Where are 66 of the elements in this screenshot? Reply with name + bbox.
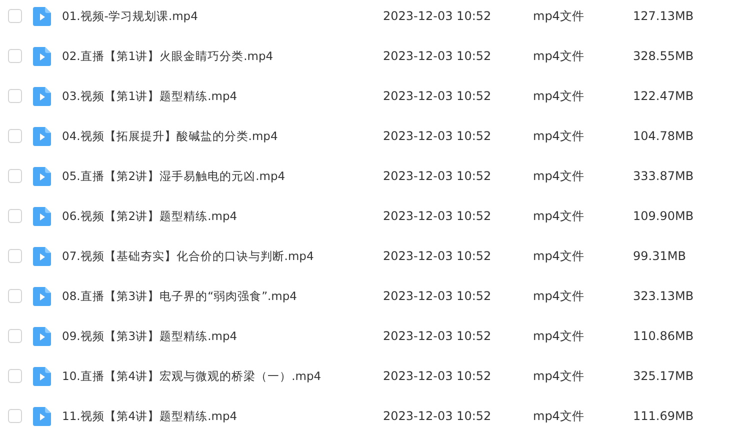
modified-date: 2023-12-03 10:52: [383, 129, 492, 143]
file-size: 122.47MB: [633, 89, 694, 103]
video-file-icon: [33, 6, 51, 26]
video-file-icon: [33, 406, 51, 426]
checkbox[interactable]: [8, 329, 22, 343]
checkbox[interactable]: [8, 249, 22, 263]
video-file-icon: [33, 166, 51, 186]
file-size: 127.13MB: [633, 9, 694, 23]
modified-date: 2023-12-03 10:52: [383, 249, 492, 263]
file-name[interactable]: 05.直播【第2讲】湿手易触电的元凶.mp4: [62, 168, 383, 184]
file-size: 333.87MB: [633, 169, 694, 183]
checkbox[interactable]: [8, 89, 22, 103]
modified-date: 2023-12-03 10:52: [383, 49, 492, 63]
file-size: 328.55MB: [633, 49, 694, 63]
modified-date: 2023-12-03 10:52: [383, 169, 492, 183]
modified-date: 2023-12-03 10:52: [383, 329, 492, 343]
checkbox[interactable]: [8, 9, 22, 23]
file-name[interactable]: 02.直播【第1讲】火眼金睛巧分类.mp4: [62, 48, 383, 64]
file-name[interactable]: 06.视频【第2讲】题型精练.mp4: [62, 208, 383, 224]
file-size: 110.86MB: [633, 329, 694, 343]
video-file-icon: [33, 286, 51, 306]
checkbox[interactable]: [8, 129, 22, 143]
file-size: 109.90MB: [633, 209, 694, 223]
modified-date: 2023-12-03 10:52: [383, 89, 492, 103]
file-name[interactable]: 04.视频【拓展提升】酸碱盐的分类.mp4: [62, 128, 383, 144]
modified-date: 2023-12-03 10:52: [383, 409, 492, 423]
checkbox[interactable]: [8, 409, 22, 423]
video-file-icon: [33, 246, 51, 266]
file-type: mp4文件: [533, 208, 585, 224]
video-file-icon: [33, 86, 51, 106]
file-type: mp4文件: [533, 328, 585, 344]
file-size: 104.78MB: [633, 129, 694, 143]
file-type: mp4文件: [533, 288, 585, 304]
file-name[interactable]: 07.视频【基础夯实】化合价的口诀与判断.mp4: [62, 248, 383, 264]
file-type: mp4文件: [533, 168, 585, 184]
file-size: 323.13MB: [633, 289, 694, 303]
checkbox[interactable]: [8, 369, 22, 383]
checkbox[interactable]: [8, 289, 22, 303]
file-name[interactable]: 11.视频【第4讲】题型精练.mp4: [62, 408, 383, 424]
file-name[interactable]: 09.视频【第3讲】题型精练.mp4: [62, 328, 383, 344]
file-type: mp4文件: [533, 248, 585, 264]
file-name[interactable]: 10.直播【第4讲】宏观与微观的桥梁（一）.mp4: [62, 368, 383, 384]
modified-date: 2023-12-03 10:52: [383, 209, 492, 223]
file-type: mp4文件: [533, 8, 585, 24]
file-name[interactable]: 01.视频-学习规划课.mp4: [62, 8, 383, 24]
file-size: 99.31MB: [633, 249, 686, 263]
video-file-icon: [33, 326, 51, 346]
file-name[interactable]: 08.直播【第3讲】电子界的“弱肉强食”.mp4: [62, 288, 383, 304]
modified-date: 2023-12-03 10:52: [383, 369, 492, 383]
file-size: 111.69MB: [633, 409, 694, 423]
file-size: 325.17MB: [633, 369, 694, 383]
modified-date: 2023-12-03 10:52: [383, 9, 492, 23]
file-type: mp4文件: [533, 128, 585, 144]
checkbox[interactable]: [8, 169, 22, 183]
file-type: mp4文件: [533, 48, 585, 64]
checkbox[interactable]: [8, 49, 22, 63]
file-type: mp4文件: [533, 88, 585, 104]
checkbox[interactable]: [8, 209, 22, 223]
video-file-icon: [33, 366, 51, 386]
file-name[interactable]: 03.视频【第1讲】题型精练.mp4: [62, 88, 383, 104]
modified-date: 2023-12-03 10:52: [383, 289, 492, 303]
video-file-icon: [33, 46, 51, 66]
file-type: mp4文件: [533, 408, 585, 424]
video-file-icon: [33, 126, 51, 146]
file-type: mp4文件: [533, 368, 585, 384]
video-file-icon: [33, 206, 51, 226]
